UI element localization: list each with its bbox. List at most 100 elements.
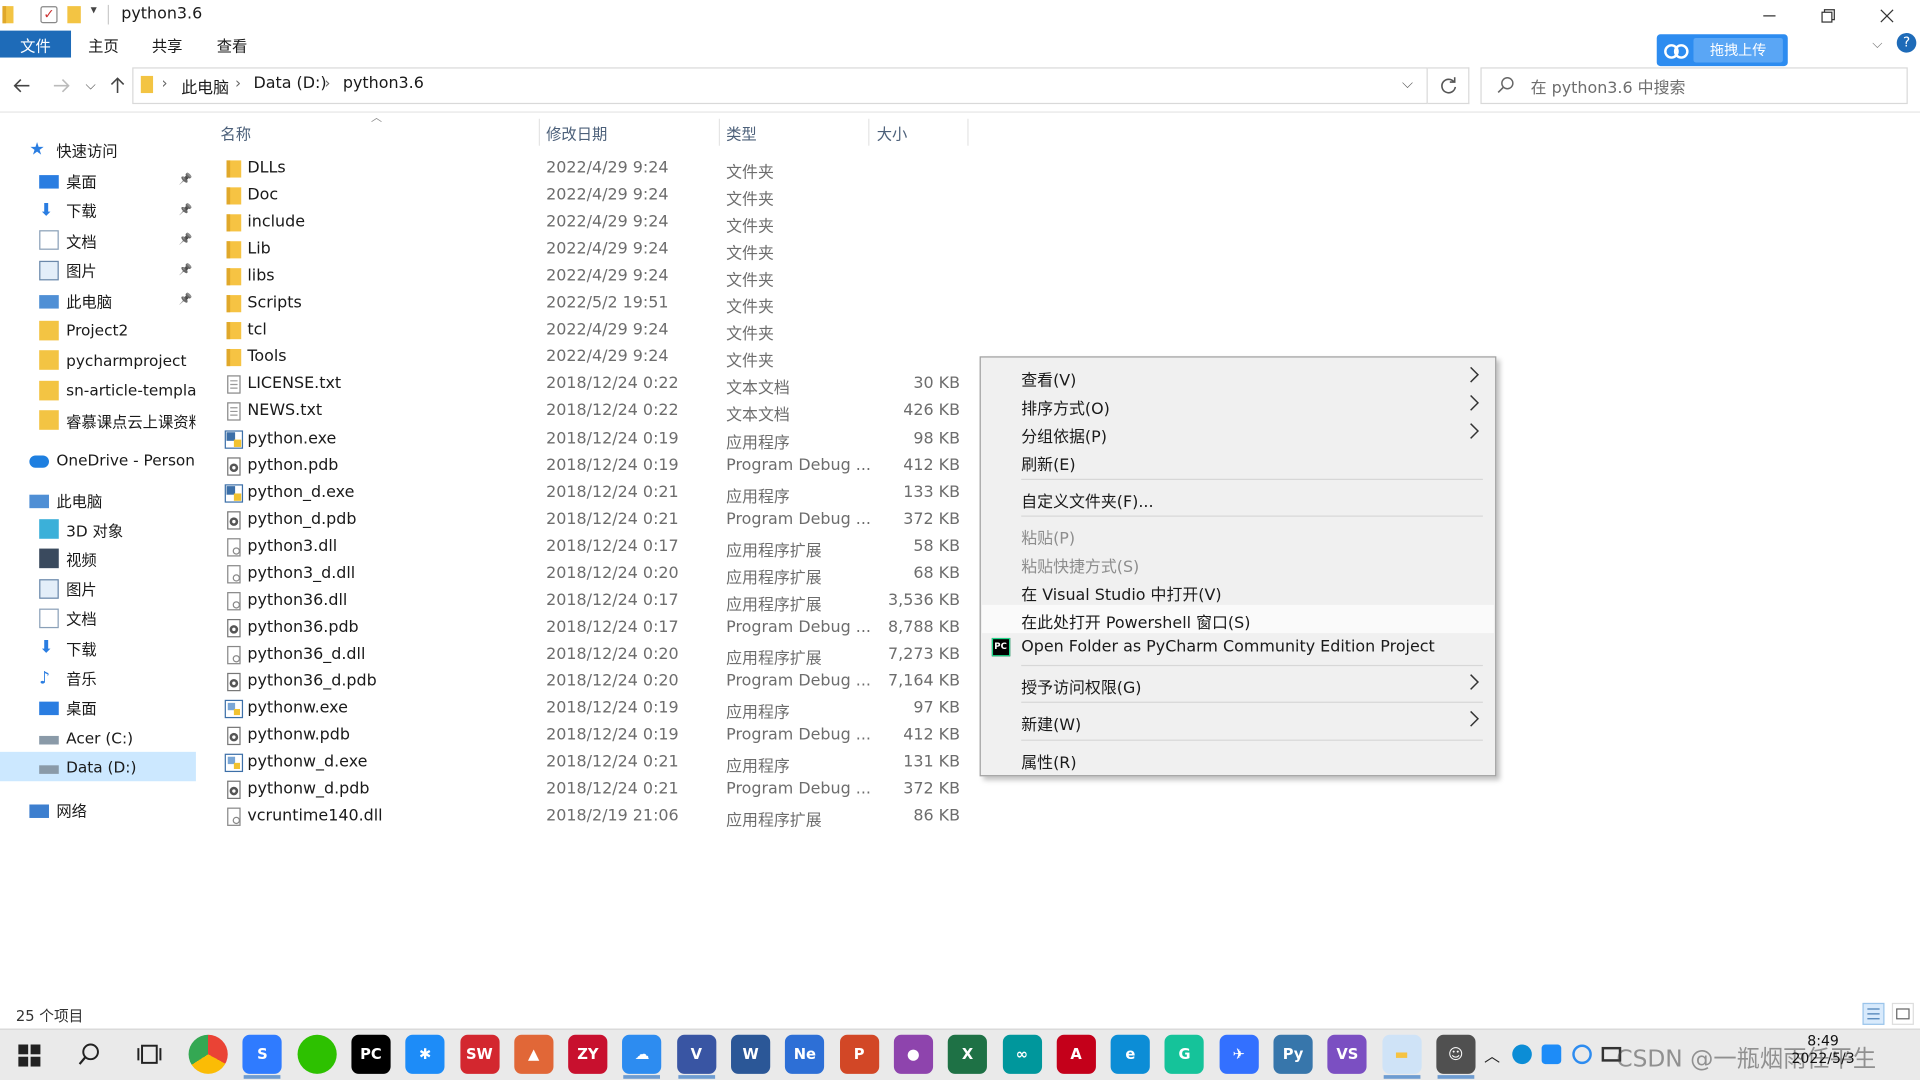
breadcrumb-separator-icon[interactable]: › [235, 75, 241, 92]
file-row[interactable]: python3_d.dll 2018/12/24 0:20 应用程序扩展 68 KB [216, 561, 975, 587]
nav-network[interactable]: 网络 [0, 795, 196, 824]
nav-quick-access[interactable]: ★ 快速访问 [0, 135, 196, 164]
file-row[interactable]: pythonw_d.exe 2018/12/24 0:21 应用程序 131 KB [216, 750, 975, 776]
breadcrumb-drive[interactable]: Data (D:) [253, 75, 326, 93]
breadcrumb-this-pc[interactable]: 此电脑 [181, 75, 229, 98]
pin-icon[interactable]: 📌 [179, 294, 193, 306]
tray-app-icon[interactable] [1541, 1044, 1562, 1065]
column-divider[interactable] [967, 118, 969, 146]
nav-pc-item[interactable]: 文档 [0, 604, 196, 633]
taskbar-app-wechat[interactable] [297, 1034, 337, 1074]
tab-home[interactable]: 主页 [71, 31, 136, 58]
nav-pc-item[interactable]: Data (D:) [0, 752, 196, 782]
taskbar-app-file-explorer[interactable]: ▬ [1381, 1034, 1422, 1074]
nav-quick-item[interactable]: ⬇ 下载 📌 [0, 195, 196, 224]
forward-button[interactable] [49, 73, 73, 97]
properties-icon[interactable]: ✓ [40, 6, 58, 24]
menu-item[interactable]: Open Folder as PyCharm Community Edition… [1021, 638, 1435, 656]
recent-locations-icon[interactable]: ⌵ [78, 73, 102, 97]
menu-item[interactable]: 在此处打开 Powershell 窗口(S) [1021, 610, 1250, 633]
taskbar-app-grammarly[interactable]: G [1164, 1034, 1205, 1074]
taskbar-app-app-person[interactable]: ☺ [1436, 1034, 1476, 1074]
nav-pc-item[interactable]: Acer (C:) [0, 723, 196, 752]
taskbar-app-word[interactable]: W [731, 1034, 771, 1074]
taskbar-app-solidworks[interactable]: SW [459, 1034, 499, 1074]
file-row[interactable]: python36_d.dll 2018/12/24 0:20 应用程序扩展 7,273… [216, 642, 975, 668]
file-row[interactable]: include 2022/4/29 9:24 文件夹 [216, 210, 975, 236]
taskbar-app-python-idle[interactable]: Py [1273, 1034, 1313, 1074]
nav-quick-item[interactable]: 桌面 📌 [0, 165, 196, 194]
column-header-name[interactable]: 名称 [220, 119, 536, 146]
nav-pc-item[interactable]: ⬇ 下载 [0, 633, 196, 662]
file-row[interactable]: python.pdb 2018/12/24 0:19 Program Debug .… [216, 453, 975, 480]
column-divider[interactable] [718, 118, 721, 146]
nav-pc-item[interactable]: 视频 [0, 544, 196, 573]
pin-icon[interactable]: 📌 [179, 264, 193, 276]
back-button[interactable] [10, 73, 34, 97]
taskbar-app-sogou[interactable]: S [242, 1034, 282, 1074]
file-row[interactable]: pythonw.pdb 2018/12/24 0:19 Program Debug … [216, 723, 975, 750]
menu-item[interactable]: 授予访问权限(G) [1021, 675, 1141, 698]
column-divider[interactable] [538, 118, 541, 146]
taskbar-app-zy[interactable]: ZY [568, 1034, 608, 1074]
menu-item[interactable]: 分组依据(P) [1021, 424, 1107, 447]
taskbar-app-app-blue-star[interactable]: ✱ [405, 1034, 445, 1074]
file-row[interactable]: python36.dll 2018/12/24 0:17 应用程序扩展 3,536 K… [216, 588, 975, 614]
large-icons-view-button[interactable] [1891, 1002, 1914, 1025]
file-row[interactable]: python.exe 2018/12/24 0:19 应用程序 98 KB [216, 426, 975, 452]
taskbar-app-excel[interactable]: X [947, 1034, 988, 1074]
nav-pc-item[interactable]: 图片 [0, 574, 196, 603]
taskbar-search-button[interactable] [77, 1042, 101, 1066]
menu-item[interactable]: 在 Visual Studio 中打开(V) [1021, 582, 1221, 605]
start-button[interactable] [17, 1043, 41, 1067]
column-header-date[interactable]: 修改日期 [546, 119, 715, 146]
nav-quick-item[interactable]: Project2 [0, 315, 196, 344]
file-row[interactable]: tcl 2022/4/29 9:24 文件夹 [216, 318, 975, 344]
system-clock[interactable]: 8:49 2022/5/3 [1791, 1032, 1854, 1066]
tray-netdisk-icon[interactable] [1572, 1044, 1592, 1065]
menu-item[interactable]: 自定义文件夹(F)... [1021, 489, 1153, 511]
pin-icon[interactable]: 📌 [179, 234, 193, 246]
menu-item[interactable]: 刷新(E) [1021, 452, 1075, 475]
file-row[interactable]: python3.dll 2018/12/24 0:17 应用程序扩展 58 KB [216, 533, 975, 560]
taskbar-app-arduino[interactable]: ∞ [1002, 1034, 1042, 1074]
quick-access-dropdown-icon[interactable]: ▾ [91, 4, 97, 17]
tray-overflow-icon[interactable]: ︿ [1484, 1043, 1500, 1066]
taskbar-app-matlab[interactable]: ▲ [514, 1034, 554, 1074]
restore-button[interactable] [1800, 0, 1856, 31]
task-view-button[interactable] [136, 1042, 163, 1066]
tab-share[interactable]: 共享 [135, 31, 200, 58]
file-row[interactable]: Scripts 2022/5/2 19:51 文件夹 [216, 291, 975, 317]
refresh-button[interactable] [1427, 67, 1470, 105]
help-icon[interactable]: ? [1896, 33, 1917, 53]
close-button[interactable] [1859, 0, 1915, 31]
file-row[interactable]: vcruntime140.dll 2018/2/19 21:06 应用程序扩展 86 … [216, 804, 975, 830]
nav-quick-item[interactable]: sn-article-templat [0, 375, 196, 404]
column-header-type[interactable]: 类型 [726, 119, 863, 146]
taskbar-app-acrobat[interactable]: A [1056, 1034, 1096, 1074]
minimize-button[interactable] [1741, 0, 1797, 31]
taskbar-app-note-express[interactable]: Ne [785, 1034, 825, 1074]
taskbar-app-pycharm[interactable]: PC [351, 1034, 391, 1074]
nav-quick-item[interactable]: pycharmproject [0, 345, 196, 374]
taskbar-app-chrome[interactable] [188, 1034, 228, 1074]
tab-file[interactable]: 文件 [0, 30, 72, 58]
nav-quick-item[interactable]: 睿慕课点云上课资料 [0, 405, 196, 434]
menu-item[interactable]: 排序方式(O) [1021, 396, 1110, 418]
file-row[interactable]: pythonw.exe 2018/12/24 0:19 应用程序 97 KB [216, 696, 975, 722]
nav-pc-item[interactable]: 桌面 [0, 693, 196, 722]
taskbar-app-baidu-netdisk[interactable]: ☁ [622, 1034, 662, 1074]
file-row[interactable]: python_d.pdb 2018/12/24 0:21 Program Debug… [216, 507, 975, 534]
breadcrumb-separator-icon[interactable]: › [324, 75, 330, 92]
nav-quick-item[interactable]: 文档 📌 [0, 225, 196, 254]
nav-quick-item[interactable]: 图片 📌 [0, 255, 196, 284]
new-folder-icon[interactable] [67, 6, 81, 24]
menu-item[interactable]: 新建(W) [1021, 711, 1081, 734]
taskbar-app-feishu[interactable]: ✈ [1219, 1034, 1259, 1074]
tray-edge-icon[interactable] [1512, 1044, 1532, 1065]
pin-icon[interactable]: 📌 [179, 174, 193, 186]
column-divider[interactable] [868, 118, 870, 146]
file-row[interactable]: python36_d.pdb 2018/12/24 0:20 Program Deb… [216, 669, 975, 696]
taskbar-app-powerpoint[interactable]: P [839, 1034, 879, 1074]
menu-item[interactable]: 属性(R) [1021, 749, 1076, 772]
